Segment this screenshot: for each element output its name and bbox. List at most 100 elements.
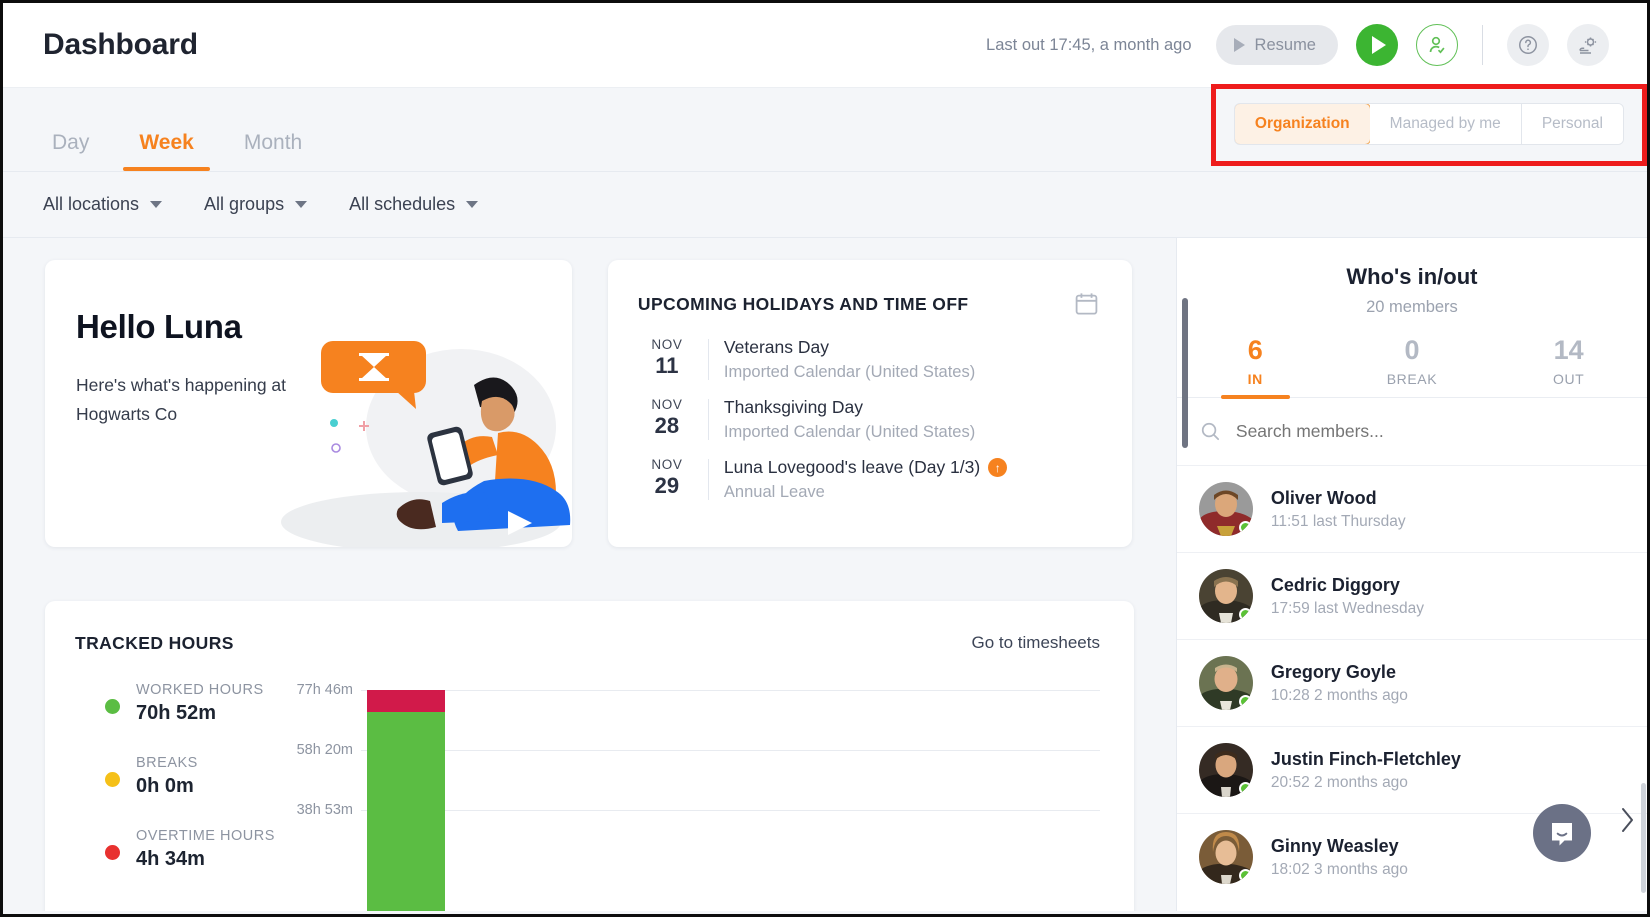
list-item[interactable]: Oliver Wood 11:51 last Thursday xyxy=(1177,465,1647,552)
scope-option-organization[interactable]: Organization xyxy=(1234,103,1371,145)
status-tab-out[interactable]: 14 OUT xyxy=(1490,335,1647,397)
legend-value-overtime: 4h 34m xyxy=(136,848,275,871)
holiday-meta: Imported Calendar (United States) xyxy=(724,423,975,442)
status-label-out: OUT xyxy=(1490,371,1647,387)
whos-in-out-title: Who's in/out xyxy=(1177,238,1647,290)
holiday-month: NOV xyxy=(638,457,696,472)
right-panel-scrollbar[interactable] xyxy=(1641,783,1646,893)
person-illustration xyxy=(246,297,572,547)
member-name: Justin Finch-Fletchley xyxy=(1271,749,1461,770)
clock-in-play-button[interactable] xyxy=(1356,24,1398,66)
dashboard-body: Hello Luna Here's what's happening at Ho… xyxy=(3,238,1647,911)
tracked-hours-card: TRACKED HOURS Go to timesheets WORKED HO… xyxy=(45,601,1134,911)
status-dot-online xyxy=(1239,782,1252,795)
user-check-button[interactable] xyxy=(1416,24,1458,66)
member-time: 20:52 2 months ago xyxy=(1271,774,1461,792)
panel-collapse-button[interactable] xyxy=(1617,803,1637,844)
holiday-name-text: Veterans Day xyxy=(724,337,829,358)
holiday-date: NOV 28 xyxy=(638,397,696,442)
go-to-timesheets-link[interactable]: Go to timesheets xyxy=(971,633,1100,653)
y-axis-tick-label: 58h 20m xyxy=(283,742,361,758)
tab-month[interactable]: Month xyxy=(235,131,311,171)
status-dot-online xyxy=(1239,608,1252,621)
member-time: 17:59 last Wednesday xyxy=(1271,600,1424,618)
holiday-day: 11 xyxy=(638,353,696,379)
status-tab-break[interactable]: 0 BREAK xyxy=(1334,335,1491,397)
holiday-day: 29 xyxy=(638,473,696,499)
legend-value-worked: 70h 52m xyxy=(136,702,264,725)
member-search-row xyxy=(1177,398,1647,465)
chevron-down-icon xyxy=(466,201,478,208)
tracked-hours-body: WORKED HOURS 70h 52m BREAKS 0h 0m xyxy=(75,682,1100,911)
header-divider xyxy=(1482,25,1483,65)
tracked-hours-chart: 77h 46m 58h 20m 38h 53m xyxy=(283,682,1100,911)
filter-groups[interactable]: All groups xyxy=(204,194,307,215)
list-item[interactable]: Justin Finch-Fletchley 20:52 2 months ag… xyxy=(1177,726,1647,813)
main-column: Hello Luna Here's what's happening at Ho… xyxy=(3,238,1176,911)
avatar xyxy=(1199,743,1253,797)
holiday-item[interactable]: NOV 29 Luna Lovegood's leave (Day 1/3) ↑… xyxy=(638,457,1102,502)
holiday-name: Thanksgiving Day xyxy=(724,397,975,418)
holiday-item[interactable]: NOV 28 Thanksgiving Day Imported Calenda… xyxy=(638,397,1102,442)
search-input[interactable] xyxy=(1236,421,1536,442)
gridline xyxy=(361,690,1100,691)
avatar xyxy=(1199,569,1253,623)
list-item[interactable]: Gregory Goyle 10:28 2 months ago xyxy=(1177,639,1647,726)
calendar-icon xyxy=(1073,290,1100,317)
period-tabs: Day Week Month Organization Managed by m… xyxy=(3,88,1647,172)
settings-button[interactable] xyxy=(1567,24,1609,66)
legend-item-worked: WORKED HOURS 70h 52m xyxy=(105,682,283,725)
avatar xyxy=(1199,482,1253,536)
legend-value-breaks: 0h 0m xyxy=(136,775,198,798)
tab-day[interactable]: Day xyxy=(43,131,98,171)
filter-groups-label: All groups xyxy=(204,194,284,215)
holiday-name: Luna Lovegood's leave (Day 1/3) ↑ xyxy=(724,457,1007,478)
status-label-break: BREAK xyxy=(1334,371,1491,387)
legend-item-overtime: OVERTIME HOURS 4h 34m xyxy=(105,828,283,871)
page-title: Dashboard xyxy=(43,28,198,62)
filter-schedules-label: All schedules xyxy=(349,194,455,215)
tab-week[interactable]: Week xyxy=(130,131,202,171)
legend-item-breaks: BREAKS 0h 0m xyxy=(105,755,283,798)
status-tabs: 6 IN 0 BREAK 14 OUT xyxy=(1177,335,1647,398)
user-check-icon xyxy=(1425,33,1449,57)
list-item[interactable]: Cedric Diggory 17:59 last Wednesday xyxy=(1177,552,1647,639)
scope-option-personal[interactable]: Personal xyxy=(1522,104,1623,144)
member-name: Gregory Goyle xyxy=(1271,662,1408,683)
scope-toggle-highlight: Organization Managed by me Personal xyxy=(1211,84,1647,166)
help-button[interactable] xyxy=(1507,24,1549,66)
avatar xyxy=(1199,830,1253,884)
status-label-in: IN xyxy=(1177,371,1334,387)
chat-launcher-button[interactable] xyxy=(1533,804,1591,862)
bar-segment-overtime xyxy=(367,690,445,712)
holiday-day: 28 xyxy=(638,413,696,439)
question-mark-icon xyxy=(1517,34,1539,56)
holiday-item[interactable]: NOV 11 Veterans Day Imported Calendar (U… xyxy=(638,337,1102,382)
scope-option-managed-by-me[interactable]: Managed by me xyxy=(1370,104,1522,144)
holiday-month: NOV xyxy=(638,337,696,352)
legend-label-worked: WORKED HOURS xyxy=(136,682,264,698)
tab-week-label: Week xyxy=(139,131,193,154)
avatar xyxy=(1199,656,1253,710)
bar-week[interactable] xyxy=(367,690,445,911)
holidays-heading: UPCOMING HOLIDAYS AND TIME OFF xyxy=(638,294,1102,315)
gridline xyxy=(361,750,1100,751)
legend-label-breaks: BREAKS xyxy=(136,755,198,771)
status-dot-online xyxy=(1239,521,1252,534)
status-tab-in[interactable]: 6 IN xyxy=(1177,335,1334,397)
filter-schedules[interactable]: All schedules xyxy=(349,194,478,215)
filter-locations[interactable]: All locations xyxy=(43,194,162,215)
holiday-divider xyxy=(708,459,709,500)
holiday-divider xyxy=(708,339,709,380)
member-time: 18:02 3 months ago xyxy=(1271,861,1408,879)
dashboard-app: Dashboard Last out 17:45, a month ago Re… xyxy=(0,0,1650,917)
tab-month-label: Month xyxy=(244,131,302,154)
member-name: Oliver Wood xyxy=(1271,488,1406,509)
filter-locations-label: All locations xyxy=(43,194,139,215)
main-scrollbar[interactable] xyxy=(1182,298,1188,448)
legend-dot-breaks xyxy=(105,772,120,787)
resume-button[interactable]: Resume xyxy=(1216,25,1338,65)
y-axis-tick-label: 38h 53m xyxy=(283,802,361,818)
legend-dot-overtime xyxy=(105,845,120,860)
member-name: Ginny Weasley xyxy=(1271,836,1408,857)
